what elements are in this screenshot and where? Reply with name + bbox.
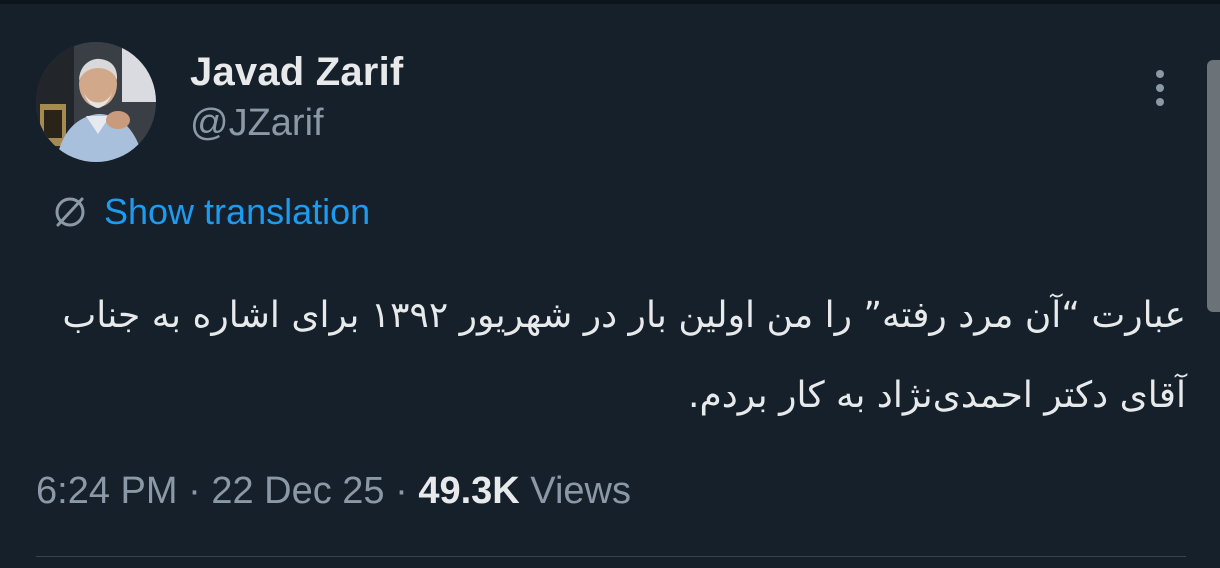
tweet-date[interactable]: 22 Dec 25 — [211, 470, 384, 512]
views-count[interactable]: 49.3K — [418, 470, 519, 512]
avatar[interactable] — [36, 42, 156, 162]
meta-separator: · — [188, 470, 201, 512]
divider — [36, 556, 1186, 557]
views-label[interactable]: Views — [530, 470, 631, 512]
translate-globe-icon — [50, 192, 90, 232]
meta-separator: · — [395, 470, 408, 512]
tweet-meta: 6:24 PM · 22 Dec 25 · 49.3K Views — [36, 470, 631, 513]
display-name[interactable]: Javad Zarif — [190, 50, 403, 95]
show-translation-label: Show translation — [104, 191, 371, 232]
more-vertical-icon — [1156, 84, 1164, 92]
more-vertical-icon — [1156, 98, 1164, 106]
profile-photo-icon — [36, 42, 156, 162]
scrollbar[interactable] — [1207, 60, 1220, 312]
more-vertical-icon — [1156, 70, 1164, 78]
tweet-time[interactable]: 6:24 PM — [36, 470, 178, 512]
handle[interactable]: @JZarif — [190, 102, 324, 145]
show-translation-button[interactable]: Show translation — [50, 190, 370, 234]
top-edge — [0, 0, 1220, 4]
tweet-text: عبارت “آن مرد رفته” را من اولین بار در ش… — [62, 295, 1186, 416]
more-options-button[interactable] — [1140, 66, 1180, 110]
